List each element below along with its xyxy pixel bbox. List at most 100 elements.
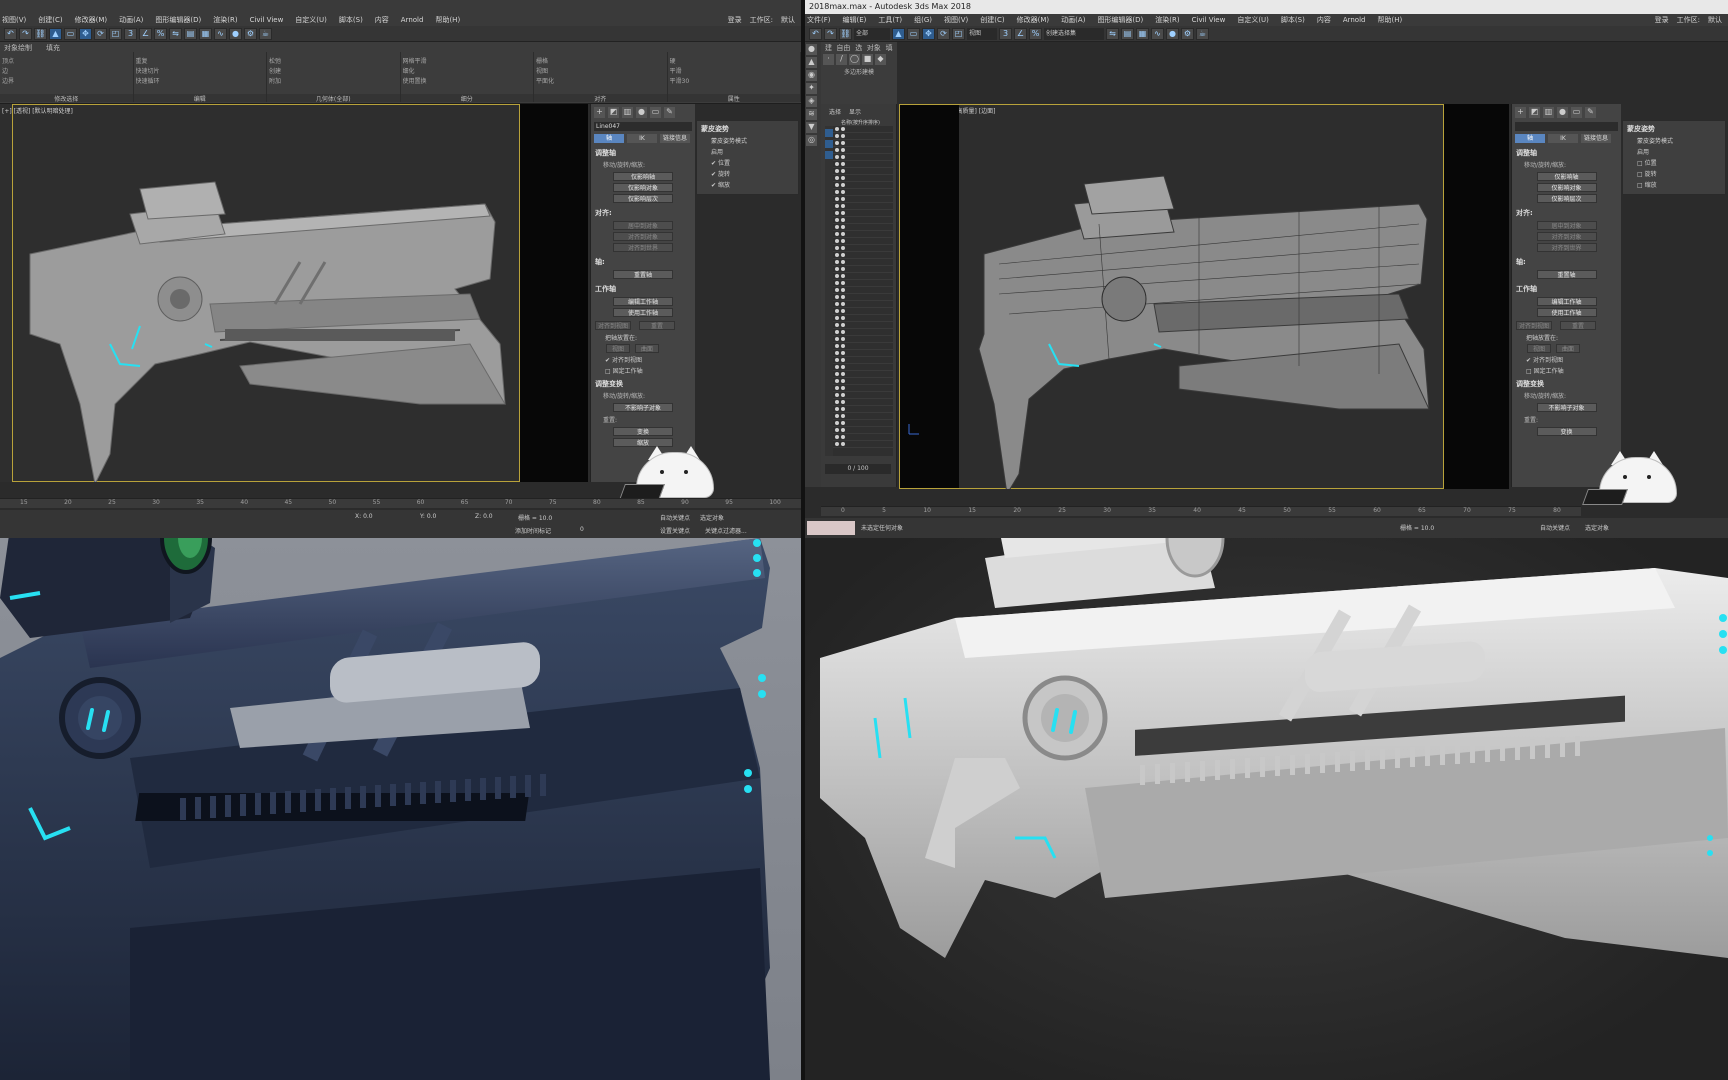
scene-list-row[interactable] <box>833 133 893 140</box>
menu-item-15[interactable]: 帮助(H) <box>1377 14 1402 26</box>
menu-item-9[interactable]: 渲染(R) <box>1155 14 1179 26</box>
menu-item-2[interactable]: 工具(T) <box>878 14 902 26</box>
create-icon[interactable]: ● <box>806 44 817 55</box>
left-timeline[interactable]: 15 20 25 30 35 40 45 50 55 60 65 70 75 80 85 90 95 100 <box>0 498 801 508</box>
pivot-option-button[interactable]: 曲面 <box>635 344 659 353</box>
cmd-button[interactable]: 对齐到对象 <box>613 232 673 241</box>
freeze-icon[interactable] <box>841 428 845 432</box>
ribbon-row-button[interactable]: 创建 <box>269 66 398 74</box>
hierarchy-tab-icon[interactable]: ▥ <box>1543 107 1554 118</box>
scene-list-row[interactable] <box>833 224 893 231</box>
right-adjust-transform-title[interactable]: 调整变换 <box>1512 376 1621 390</box>
menu-item-7[interactable]: 动画(A) <box>1061 14 1085 26</box>
select-region-icon[interactable]: ▭ <box>64 28 77 40</box>
freeze-icon[interactable] <box>841 253 845 257</box>
snap-icon[interactable]: 3 <box>999 28 1012 40</box>
freeze-icon[interactable] <box>841 302 845 306</box>
scene-list-row[interactable] <box>833 385 893 392</box>
freeze-icon[interactable] <box>841 232 845 236</box>
menu-item-1[interactable]: 编辑(E) <box>843 14 867 26</box>
cmd-section-title[interactable]: 工作轴 <box>1512 281 1621 295</box>
mirror-icon[interactable]: ⇋ <box>1106 28 1119 40</box>
left-dont-affect-children-button[interactable]: 不影响子对象 <box>613 403 673 412</box>
right-scene-scroll[interactable]: 0 / 100 <box>825 464 891 474</box>
hierarchy-tab-1[interactable]: IK <box>627 134 657 143</box>
freeze-icon[interactable] <box>841 393 845 397</box>
ribbon-row-button[interactable]: 栅格 <box>536 56 665 64</box>
eye-icon[interactable] <box>835 414 839 418</box>
freeze-icon[interactable] <box>841 414 845 418</box>
menu-item-0[interactable]: 视图(V) <box>2 14 26 26</box>
eye-icon[interactable] <box>835 309 839 313</box>
ribbon-tab-4[interactable]: 填充 <box>886 43 893 52</box>
menu-item-13[interactable]: 内容 <box>1317 14 1331 26</box>
cmd-button[interactable]: 仅影响轴 <box>613 172 673 181</box>
cmd-section-title[interactable]: 轴: <box>1512 254 1621 268</box>
eye-icon[interactable] <box>835 239 839 243</box>
create-tab-icon[interactable]: + <box>1515 107 1526 118</box>
scene-list-row[interactable] <box>833 322 893 329</box>
cmd-button[interactable]: 使用工作轴 <box>613 308 673 317</box>
scene-list-row[interactable] <box>833 231 893 238</box>
eye-icon[interactable] <box>835 253 839 257</box>
cmd-button[interactable]: 编辑工作轴 <box>1536 297 1597 306</box>
eye-icon[interactable] <box>835 316 839 320</box>
cmd-section-title[interactable]: 对齐: <box>591 205 695 219</box>
ribbon-row-button[interactable]: 快速切片 <box>136 66 265 74</box>
menu-item-7[interactable]: 自定义(U) <box>295 14 327 26</box>
scene-list-row[interactable] <box>833 434 893 441</box>
scene-filter-icon[interactable] <box>825 129 833 137</box>
menu-item-3[interactable]: 动画(A) <box>119 14 143 26</box>
rotate-icon[interactable]: ⟳ <box>937 28 950 40</box>
left-enable-scale[interactable]: ✔ 缩放 <box>697 179 798 190</box>
ribbon-row-button[interactable]: 平面化 <box>536 76 665 84</box>
ribbon-tab-1[interactable]: 填充 <box>46 43 60 52</box>
freeze-icon[interactable] <box>841 155 845 159</box>
freeze-icon[interactable] <box>841 127 845 131</box>
redo-icon[interactable]: ↷ <box>824 28 837 40</box>
scene-list-row[interactable] <box>833 210 893 217</box>
left-skin-pose-mode[interactable]: 蒙皮姿势模式 <box>697 135 798 146</box>
render-icon[interactable]: ☕ <box>259 28 272 40</box>
left-skin-pose-title[interactable]: 蒙皮姿势 <box>697 121 798 135</box>
freeze-icon[interactable] <box>841 239 845 243</box>
ribbon-tab-2[interactable]: 选择 <box>855 43 862 52</box>
freeze-icon[interactable] <box>841 344 845 348</box>
freeze-icon[interactable] <box>841 197 845 201</box>
utilities-tab-icon[interactable]: ✎ <box>1585 107 1596 118</box>
ribbon-row-button[interactable]: 附加 <box>269 76 398 84</box>
select-icon[interactable]: ▲ <box>49 28 62 40</box>
scene-list-row[interactable] <box>833 413 893 420</box>
eye-icon[interactable] <box>835 421 839 425</box>
scene-list-row[interactable] <box>833 252 893 259</box>
layer-icon[interactable]: ▦ <box>199 28 212 40</box>
hierarchy-tab-2[interactable]: 链接信息 <box>1581 134 1611 143</box>
redo-icon[interactable]: ↷ <box>19 28 32 40</box>
cmd-button[interactable]: 仅影响对象 <box>1536 183 1597 192</box>
scene-list-row[interactable] <box>833 196 893 203</box>
menu-item-6[interactable]: Civil View <box>250 14 284 26</box>
mirror-icon[interactable]: ⇋ <box>169 28 182 40</box>
ribbon-tab-0[interactable]: 建模 <box>825 43 832 52</box>
freeze-icon[interactable] <box>841 316 845 320</box>
freeze-icon[interactable] <box>841 386 845 390</box>
right-object-name-field[interactable] <box>1515 122 1618 131</box>
menu-item-6[interactable]: 修改器(M) <box>1017 14 1050 26</box>
eye-icon[interactable] <box>835 232 839 236</box>
right-enable-pos[interactable]: □ 位置 <box>1623 157 1725 168</box>
freeze-icon[interactable] <box>841 442 845 446</box>
scene-list-row[interactable] <box>833 294 893 301</box>
left-selected-obj[interactable]: 选定对象 <box>700 513 724 522</box>
eye-icon[interactable] <box>835 267 839 271</box>
freeze-icon[interactable] <box>841 260 845 264</box>
menu-item-1[interactable]: 创建(C) <box>38 14 62 26</box>
cmd-button[interactable]: 对齐到世界 <box>1536 243 1597 252</box>
ribbon-row-button[interactable]: 平滑 <box>670 66 799 74</box>
scene-list-row[interactable] <box>833 154 893 161</box>
scale-icon[interactable]: ◰ <box>952 28 965 40</box>
scene-list-row[interactable] <box>833 329 893 336</box>
left-align-view-check[interactable]: ✔ 对齐到视图 <box>591 354 695 365</box>
scene-tab-0[interactable]: 选择 <box>829 107 841 116</box>
freeze-icon[interactable] <box>841 162 845 166</box>
eye-icon[interactable] <box>835 183 839 187</box>
